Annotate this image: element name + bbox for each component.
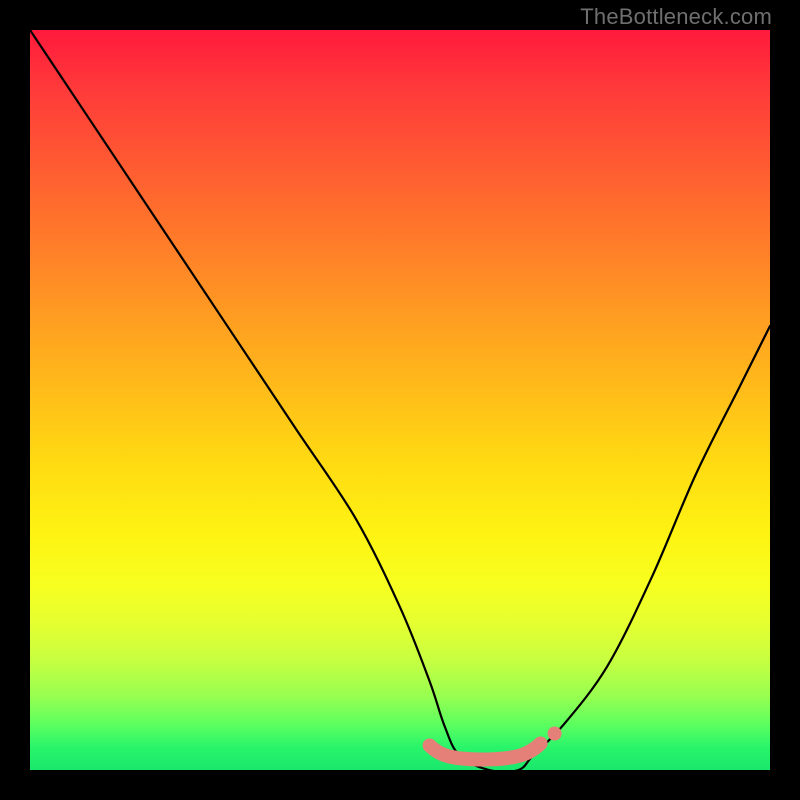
valley-dot-marker bbox=[548, 727, 562, 741]
bottleneck-curve bbox=[30, 30, 770, 770]
curve-layer bbox=[30, 30, 770, 770]
plot-area bbox=[30, 30, 770, 770]
valley-band-marker bbox=[430, 744, 541, 760]
watermark-label: TheBottleneck.com bbox=[580, 4, 772, 30]
chart-frame: TheBottleneck.com bbox=[0, 0, 800, 800]
